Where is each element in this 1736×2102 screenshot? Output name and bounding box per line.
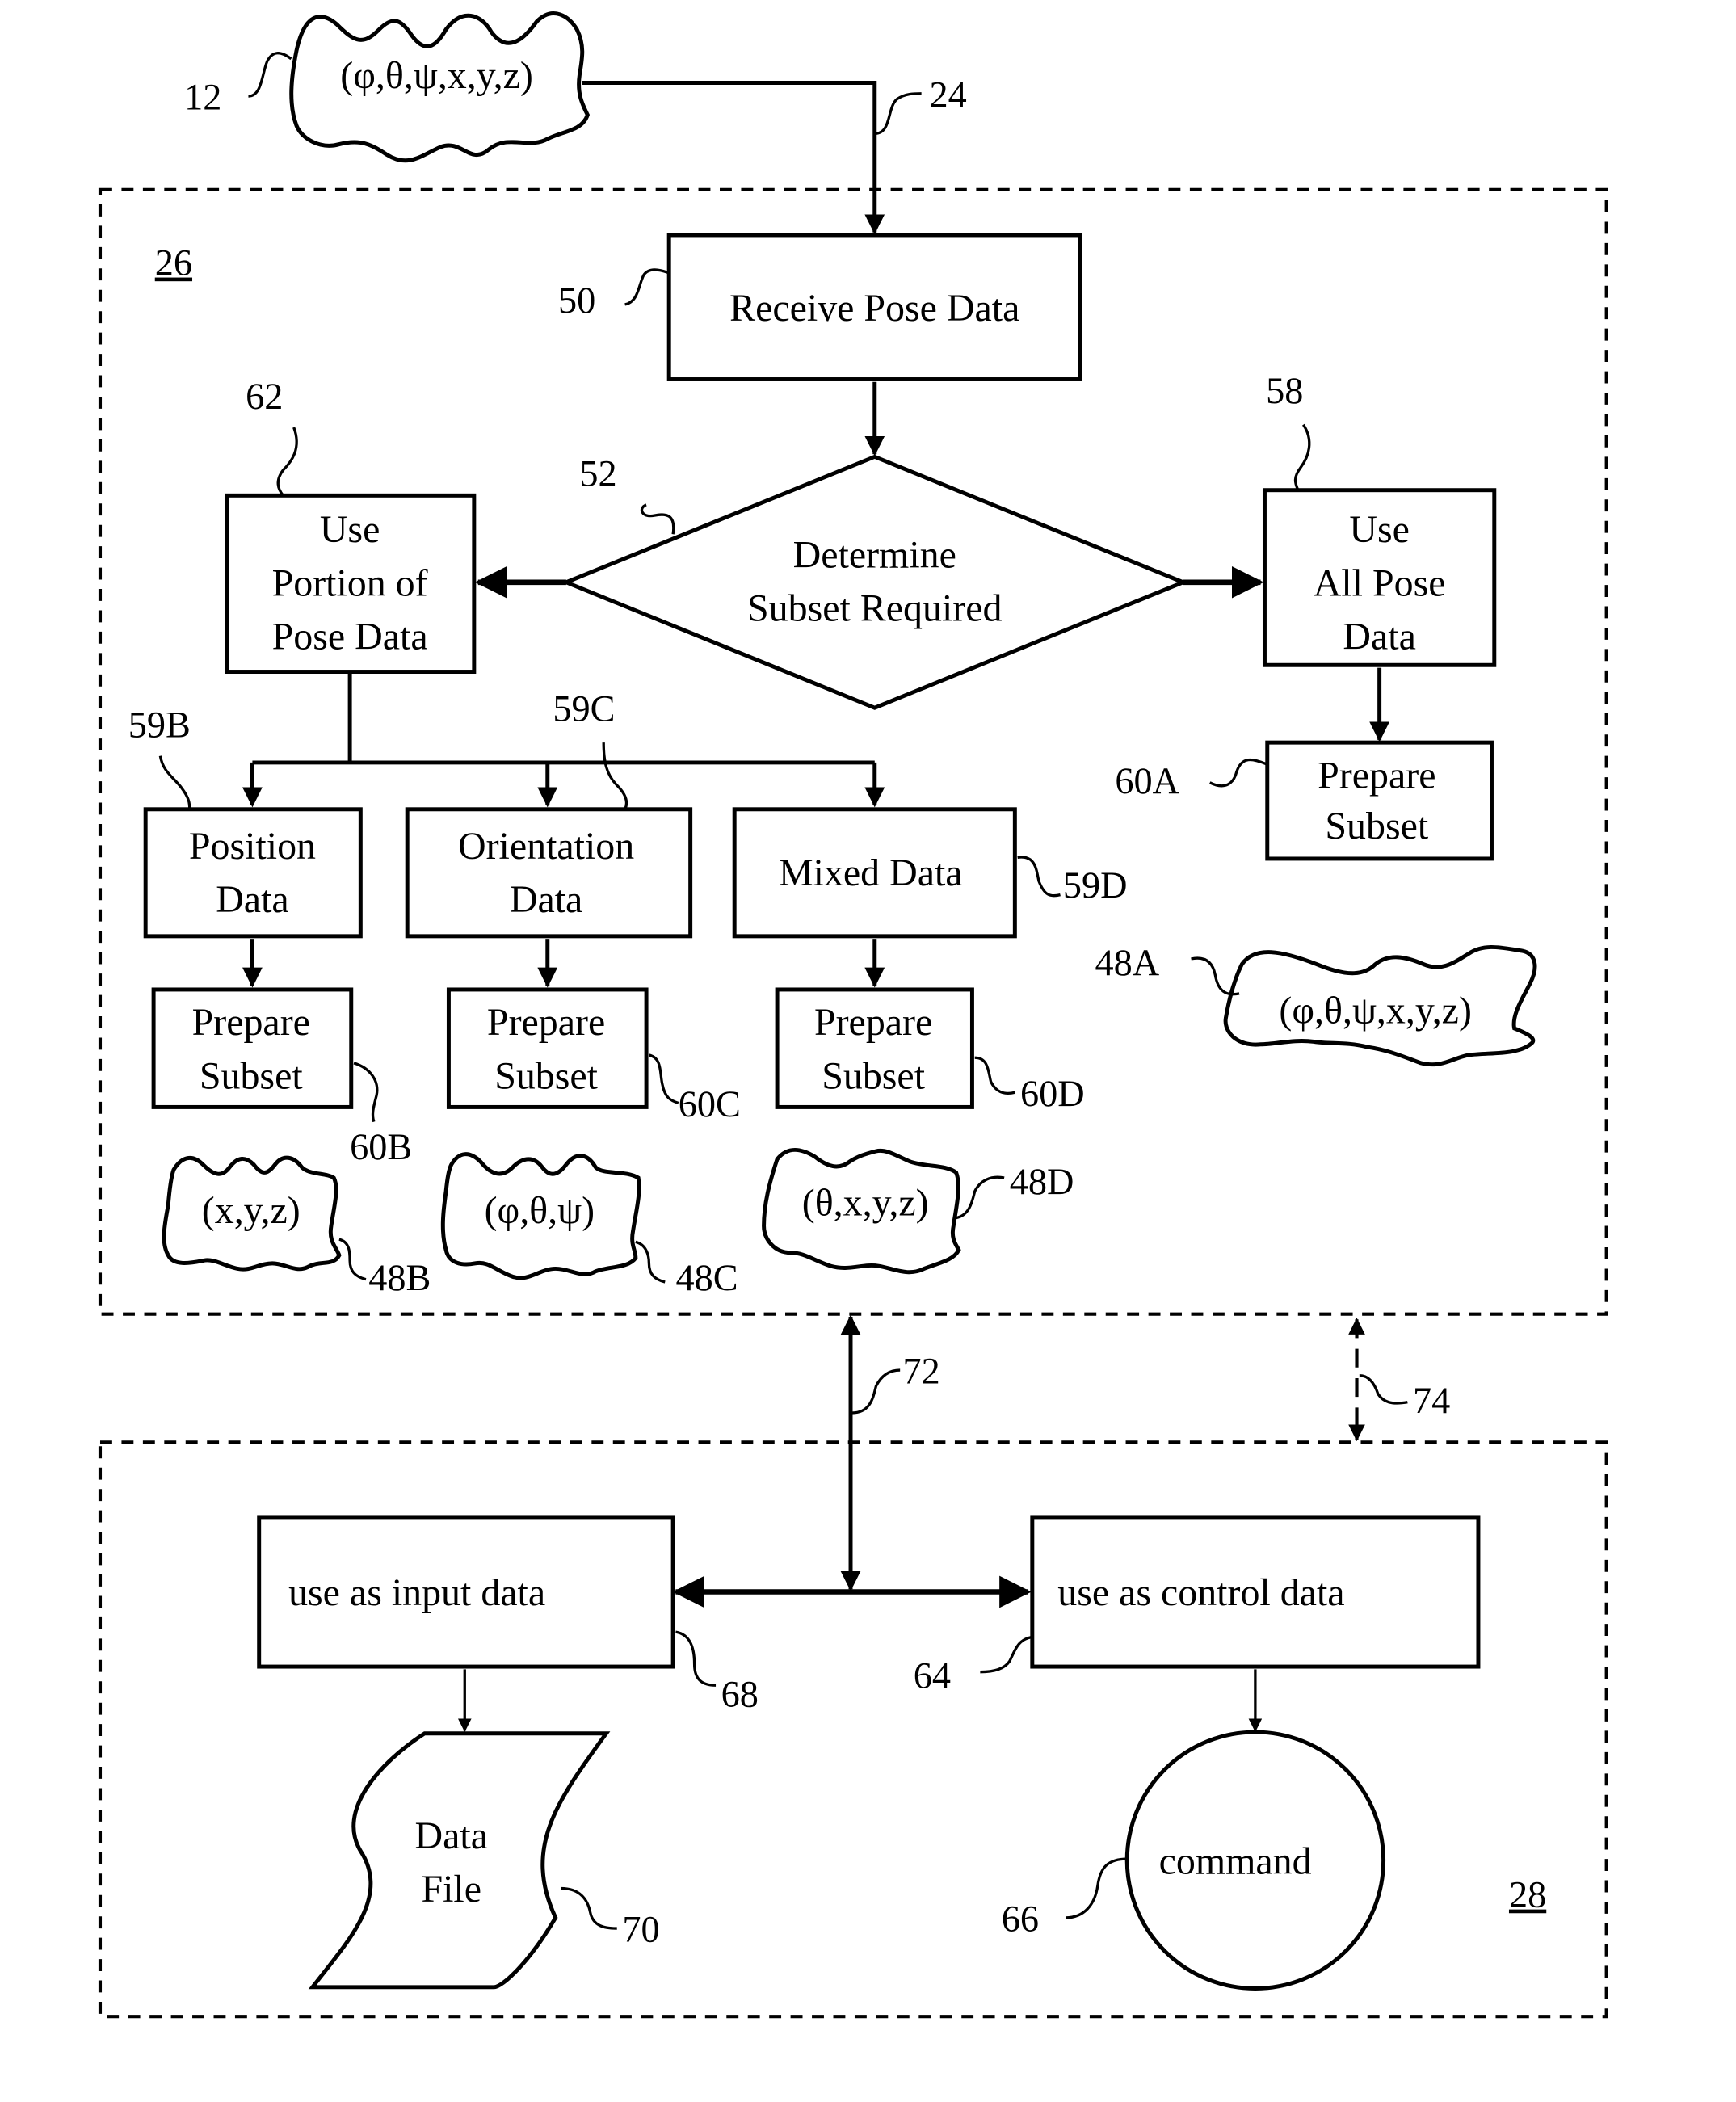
subset-48c-node: (φ,θ,ψ) (440, 1152, 641, 1280)
leader-48c (635, 1240, 666, 1284)
ref-74: 74 (1413, 1381, 1450, 1422)
use-all-line-3: Data (1343, 615, 1415, 658)
connector-24 (582, 81, 885, 235)
leader-60c (648, 1053, 679, 1105)
decision-diamond (561, 454, 1189, 710)
prepare-a-line-2: Subset (1325, 805, 1428, 847)
ref-60b: 60B (350, 1127, 412, 1168)
ref-62: 62 (246, 376, 283, 418)
ref-26: 26 (155, 243, 192, 284)
use-all-line-2: All Pose (1314, 561, 1446, 604)
input-data-label: use as input data (288, 1571, 545, 1614)
ref-66: 66 (1002, 1898, 1039, 1940)
prepare-b-line-1: Prepare (192, 1001, 310, 1044)
control-data-label: use as control data (1057, 1571, 1344, 1614)
subset-48b-text: (x,y,z) (202, 1189, 301, 1232)
subset-48c-text: (φ,θ,ψ) (485, 1189, 595, 1232)
use-portion-line-1: Use (320, 508, 380, 551)
input-pose-node: (φ,θ,ψ,x,y,z) (289, 11, 591, 163)
leader-68 (675, 1630, 717, 1687)
prepare-d-line-1: Prepare (814, 1001, 932, 1044)
command-label: command (1159, 1839, 1312, 1882)
leader-12 (248, 52, 292, 98)
ref-59b: 59B (128, 705, 191, 746)
ref-72: 72 (902, 1352, 939, 1393)
leader-59b (158, 755, 191, 809)
mixed-label: Mixed Data (779, 851, 963, 894)
leader-48d (956, 1175, 1005, 1220)
data-file-line-1: Data (415, 1814, 488, 1857)
subset-48b-node: (x,y,z) (162, 1155, 342, 1272)
leader-59d (1017, 856, 1061, 898)
leader-66 (1066, 1857, 1128, 1919)
use-portion-line-2: Portion of (272, 561, 428, 604)
prepare-a-line-1: Prepare (1318, 754, 1435, 797)
ref-28: 28 (1509, 1875, 1546, 1916)
leader-50 (624, 268, 669, 306)
ref-70: 70 (622, 1910, 659, 1951)
ref-59c: 59C (553, 689, 615, 730)
ref-60d: 60D (1020, 1074, 1085, 1115)
subset-48d-node: (θ,x,y,z) (762, 1147, 961, 1275)
leader-52 (640, 503, 675, 535)
ref-59d: 59D (1063, 865, 1128, 906)
data-file-shape (308, 1731, 611, 1990)
ref-68: 68 (721, 1675, 759, 1716)
leader-60b (353, 1062, 379, 1123)
prepare-c-line-1: Prepare (487, 1001, 605, 1044)
ref-48b: 48B (368, 1258, 431, 1299)
ref-48a: 48A (1095, 943, 1160, 984)
position-line-2: Data (216, 878, 288, 921)
ref-48d: 48D (1010, 1162, 1074, 1203)
ref-58: 58 (1266, 371, 1303, 412)
prepare-c-line-2: Subset (494, 1054, 598, 1097)
prepare-b-line-2: Subset (200, 1054, 303, 1097)
ref-52: 52 (579, 454, 616, 495)
leader-74 (1359, 1374, 1408, 1405)
leader-48b (338, 1238, 367, 1281)
leader-60d (974, 1056, 1015, 1095)
ref-50: 50 (558, 280, 595, 322)
ref-12: 12 (184, 78, 221, 119)
decision-line-2: Subset Required (747, 587, 1002, 630)
subset-48a-text: (φ,θ,ψ,x,y,z) (1279, 989, 1472, 1032)
ref-24: 24 (930, 74, 967, 116)
ref-60c: 60C (679, 1084, 741, 1125)
ref-60a: 60A (1115, 761, 1179, 802)
leader-72 (851, 1368, 901, 1415)
leader-62 (276, 427, 298, 497)
position-line-1: Position (189, 825, 316, 868)
leader-60a (1208, 758, 1267, 788)
leader-24 (874, 92, 922, 135)
use-all-line-1: Use (1349, 508, 1410, 551)
leader-64 (980, 1636, 1032, 1674)
ref-48c: 48C (675, 1258, 738, 1299)
decision-line-1: Determine (793, 534, 956, 577)
subset-48a-node: (φ,θ,ψ,x,y,z) (1223, 944, 1537, 1067)
input-pose-text: (φ,θ,ψ,x,y,z) (340, 54, 533, 97)
leader-58 (1293, 423, 1311, 491)
leader-70 (561, 1886, 617, 1930)
leader-59c (602, 742, 628, 810)
ref-64: 64 (914, 1656, 951, 1697)
orientation-line-1: Orientation (458, 825, 634, 868)
data-file-line-2: File (421, 1868, 481, 1911)
prepare-d-line-2: Subset (822, 1054, 925, 1097)
orientation-line-2: Data (510, 878, 582, 921)
subset-48d-text: (θ,x,y,z) (802, 1181, 929, 1224)
use-portion-line-3: Pose Data (272, 615, 428, 658)
patent-flow-diagram: (φ,θ,ψ,x,y,z) 12 24 26 Receive Pose Data… (98, 11, 1608, 2019)
receive-pose-data-label: Receive Pose Data (729, 287, 1019, 330)
